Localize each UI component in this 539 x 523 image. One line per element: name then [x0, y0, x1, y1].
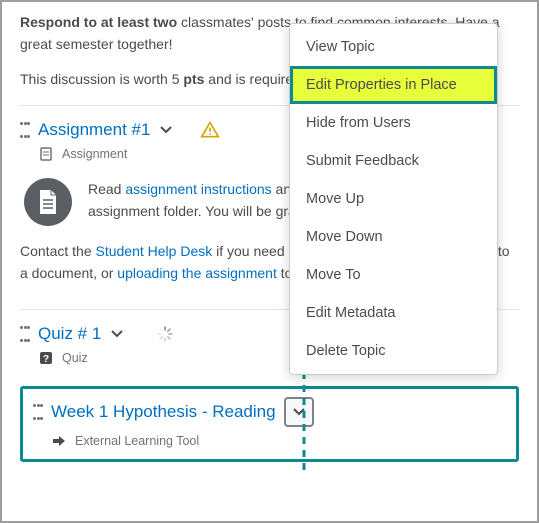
instructions-link[interactable]: assignment instructions	[125, 181, 271, 197]
external-tool-icon	[51, 433, 67, 449]
menu-move-to[interactable]: Move To	[290, 256, 497, 294]
week1-type-row: External Learning Tool	[51, 433, 506, 449]
pts-label: pts	[183, 71, 204, 87]
read-prefix: Read	[88, 181, 125, 197]
drag-handle-icon[interactable]	[20, 122, 30, 138]
context-menu: View Topic Edit Properties in Place Hide…	[289, 23, 498, 375]
upload-link[interactable]: uploading the assignment	[117, 265, 277, 281]
assignment-type-icon	[38, 146, 54, 162]
chevron-down-icon	[160, 124, 172, 136]
quiz-type-icon: ?	[38, 350, 54, 366]
assignment-expand-button[interactable]	[158, 122, 174, 138]
week1-context-menu-button[interactable]	[284, 397, 314, 427]
drag-handle-icon[interactable]	[33, 404, 43, 420]
document-circle-icon	[24, 178, 72, 226]
quiz-title-link[interactable]: Quiz # 1	[38, 324, 101, 344]
content-item-week1-highlighted: Week 1 Hypothesis - Reading External Lea…	[20, 386, 519, 462]
menu-submit-feedback[interactable]: Submit Feedback	[290, 142, 497, 180]
menu-edit-properties[interactable]: Edit Properties in Place	[290, 66, 497, 104]
intro-bold: Respond to at least two	[20, 14, 177, 30]
pts-a: This discussion is worth 5	[20, 71, 183, 87]
svg-text:?: ?	[43, 354, 49, 365]
contact-prefix: Contact the	[20, 243, 96, 259]
warning-icon	[200, 120, 220, 140]
week1-title-link[interactable]: Week 1 Hypothesis - Reading	[51, 402, 276, 422]
assignment-type-label: Assignment	[62, 147, 127, 161]
chevron-down-icon	[111, 328, 123, 340]
chevron-down-icon	[293, 406, 305, 418]
week1-type-label: External Learning Tool	[75, 434, 199, 448]
menu-move-down[interactable]: Move Down	[290, 218, 497, 256]
loading-spinner-icon	[157, 326, 173, 342]
menu-edit-metadata[interactable]: Edit Metadata	[290, 294, 497, 332]
quiz-expand-button[interactable]	[109, 326, 125, 342]
menu-hide-from-users[interactable]: Hide from Users	[290, 104, 497, 142]
menu-view-topic[interactable]: View Topic	[290, 28, 497, 66]
menu-delete-topic[interactable]: Delete Topic	[290, 332, 497, 370]
drag-handle-icon[interactable]	[20, 326, 30, 342]
help-desk-link[interactable]: Student Help Desk	[96, 243, 213, 259]
week1-header: Week 1 Hypothesis - Reading	[33, 397, 506, 427]
app-frame: Respond to at least two classmates' post…	[0, 0, 539, 523]
assignment-title-link[interactable]: Assignment #1	[38, 120, 150, 140]
menu-move-up[interactable]: Move Up	[290, 180, 497, 218]
quiz-type-label: Quiz	[62, 351, 88, 365]
